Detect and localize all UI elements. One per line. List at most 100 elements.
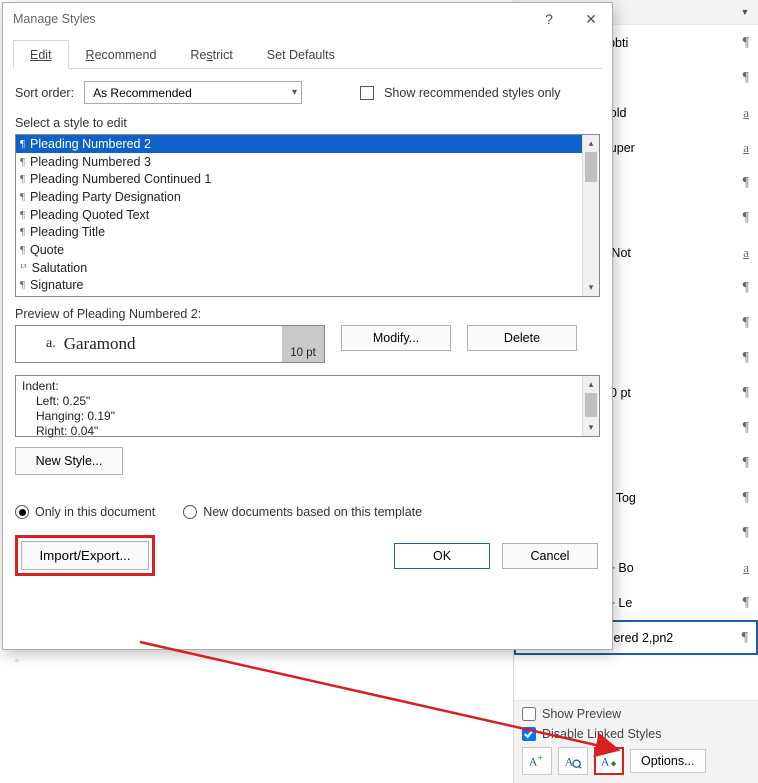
linked-style-icon: a <box>743 560 749 576</box>
style-list-item[interactable]: ¹³ Salutation <box>16 259 582 277</box>
pilcrow-icon: ¶ <box>743 420 749 436</box>
pilcrow-icon: ¶ <box>742 630 748 646</box>
style-list-item[interactable]: ¶Quote <box>16 241 582 259</box>
manage-styles-dialog: Manage Styles ? ✕ Edit Recommend Restric… <box>2 2 613 650</box>
style-list-item-label: Salutation <box>32 261 88 275</box>
preview-box[interactable]: a. Garamond 10 pt <box>15 325 325 363</box>
style-list-item[interactable]: ¶ Pleading Numbered 2 <box>16 135 582 153</box>
scroll-down-icon[interactable]: ▾ <box>583 279 599 296</box>
new-style-icon-button[interactable]: A+ <box>522 747 552 775</box>
dialog-tabs: Edit Recommend Restrict Set Defaults <box>13 39 602 69</box>
style-list-item[interactable]: ¶Pleading Numbered Continued 1 <box>16 170 582 188</box>
preview-font-size[interactable]: 10 pt <box>282 326 324 362</box>
radio-new-documents-template[interactable]: New documents based on this template <box>183 505 422 519</box>
pilcrow-icon: ¶ <box>743 175 749 191</box>
style-list-item-label: Pleading Quoted Text <box>30 208 149 222</box>
disable-linked-label: Disable Linked Styles <box>542 727 662 741</box>
style-list-item[interactable]: ¶Signature Block Pleading <box>16 294 582 296</box>
pilcrow-icon: ¶ <box>743 490 749 506</box>
scope-radio-row: Only in this document New documents base… <box>15 505 600 519</box>
radio-icon <box>183 505 197 519</box>
styles-pane-button-row: A+ A A Options... <box>522 747 750 775</box>
dialog-body: Sort order: As Recommended ▾ Show recomm… <box>3 69 612 588</box>
pilcrow-icon: ¶ <box>743 70 749 86</box>
style-list-item-label: Pleading Title <box>30 225 105 239</box>
scroll-up-icon[interactable]: ▴ <box>583 376 599 393</box>
style-list-item[interactable]: ¶ Pleading Party Designation <box>16 188 582 206</box>
style-list-item[interactable]: ¶Pleading Numbered 3 <box>16 153 582 171</box>
preview-prefix: a. <box>46 336 56 352</box>
style-list-item-label: Signature <box>30 278 84 292</box>
stray-mark: ” <box>15 658 19 670</box>
sort-order-label: Sort order: <box>15 86 74 100</box>
preview-section: Preview of Pleading Numbered 2: a. Garam… <box>15 307 600 363</box>
close-button[interactable]: ✕ <box>570 4 612 34</box>
style-list-item-label: Pleading Numbered 2 <box>30 137 151 151</box>
styles-options-button[interactable]: Options... <box>630 749 706 773</box>
style-list-item-label: Quote <box>30 243 64 257</box>
listbox-scrollbar[interactable]: ▴ ▾ <box>582 135 599 296</box>
sort-order-value: As Recommended <box>93 86 192 100</box>
paragraph-icon: ¶ <box>20 279 25 291</box>
show-preview-label: Show Preview <box>542 707 621 721</box>
paragraph-icon: ¶ <box>20 138 25 150</box>
modify-button[interactable]: Modify... <box>341 325 451 351</box>
show-recommended-label: Show recommended styles only <box>384 86 560 100</box>
pilcrow-icon: ¶ <box>743 35 749 51</box>
style-list-item[interactable]: ¶Pleading Quoted Text <box>16 206 582 224</box>
radio-only-this-document[interactable]: Only in this document <box>15 505 155 519</box>
linked-style-icon: a <box>743 140 749 156</box>
style-list-item[interactable]: ¶Pleading Title <box>16 223 582 241</box>
style-list-item[interactable]: ¶ Signature <box>16 277 582 295</box>
preview-label: Preview of Pleading Numbered 2: <box>15 307 600 321</box>
import-export-button[interactable]: Import/Export... <box>21 541 149 570</box>
tab-defaults[interactable]: Set Defaults <box>250 40 352 69</box>
sort-order-dropdown[interactable]: As Recommended ▾ <box>84 81 302 104</box>
disable-linked-checkbox[interactable] <box>522 727 536 741</box>
svg-text:+: + <box>538 753 543 762</box>
indent-heading: Indent: <box>22 379 576 394</box>
window-buttons: ? ✕ <box>528 4 612 34</box>
sort-order-row: Sort order: As Recommended ▾ Show recomm… <box>15 81 600 104</box>
pane-menu-caret[interactable]: ▼ <box>738 7 752 17</box>
style-listbox[interactable]: ¶Pleading Numbered 2¶Pleading Numbered 3… <box>15 134 600 297</box>
style-inspector-icon-button[interactable]: A <box>558 747 588 775</box>
delete-button[interactable]: Delete <box>467 325 577 351</box>
indent-scrollbar[interactable]: ▴ ▾ <box>582 376 599 436</box>
style-list-item-label: Pleading Numbered Continued 1 <box>30 172 211 186</box>
styles-pane-footer: Show Preview Disable Linked Styles A+ A … <box>514 701 758 783</box>
new-style-button[interactable]: New Style... <box>15 447 123 475</box>
disable-linked-checkbox-row[interactable]: Disable Linked Styles <box>522 727 750 741</box>
scroll-up-icon[interactable]: ▴ <box>583 135 599 152</box>
show-preview-checkbox[interactable] <box>522 707 536 721</box>
show-preview-checkbox-row[interactable]: Show Preview <box>522 707 750 721</box>
scrollbar-thumb[interactable] <box>585 152 597 182</box>
scrollbar-thumb[interactable] <box>585 393 597 417</box>
scroll-down-icon[interactable]: ▾ <box>583 419 599 436</box>
style-list-item-label: Pleading Party Designation <box>30 190 181 204</box>
indent-description-box: Indent: Left: 0.25" Hanging: 0.19" Right… <box>15 375 600 437</box>
help-button[interactable]: ? <box>528 4 570 34</box>
style-list-item-label: Pleading Numbered 3 <box>30 155 151 169</box>
ok-button[interactable]: OK <box>394 543 490 569</box>
pilcrow-icon: ¶ <box>743 525 749 541</box>
dialog-bottom-row: Import/Export... OK Cancel <box>15 535 600 588</box>
tab-edit[interactable]: Edit <box>13 40 69 69</box>
pilcrow-icon: ¶ <box>743 315 749 331</box>
select-style-label: Select a style to edit <box>15 116 600 130</box>
paragraph-icon: ¹³ <box>20 262 27 274</box>
pilcrow-icon: ¶ <box>743 595 749 611</box>
tab-recommend[interactable]: Recommend <box>69 40 174 69</box>
radio-icon <box>15 505 29 519</box>
import-export-highlight: Import/Export... <box>15 535 155 576</box>
show-recommended-checkbox[interactable] <box>360 86 374 100</box>
indent-right: Right: 0.04" <box>22 424 576 439</box>
manage-styles-icon-button[interactable]: A <box>594 747 624 775</box>
cancel-button[interactable]: Cancel <box>502 543 598 569</box>
pilcrow-icon: ¶ <box>743 385 749 401</box>
tab-restrict[interactable]: Restrict <box>173 40 249 69</box>
preview-font-name: Garamond <box>64 334 136 354</box>
paragraph-icon: ¶ <box>20 191 25 203</box>
svg-text:A: A <box>529 756 538 769</box>
dialog-title: Manage Styles <box>13 12 96 26</box>
